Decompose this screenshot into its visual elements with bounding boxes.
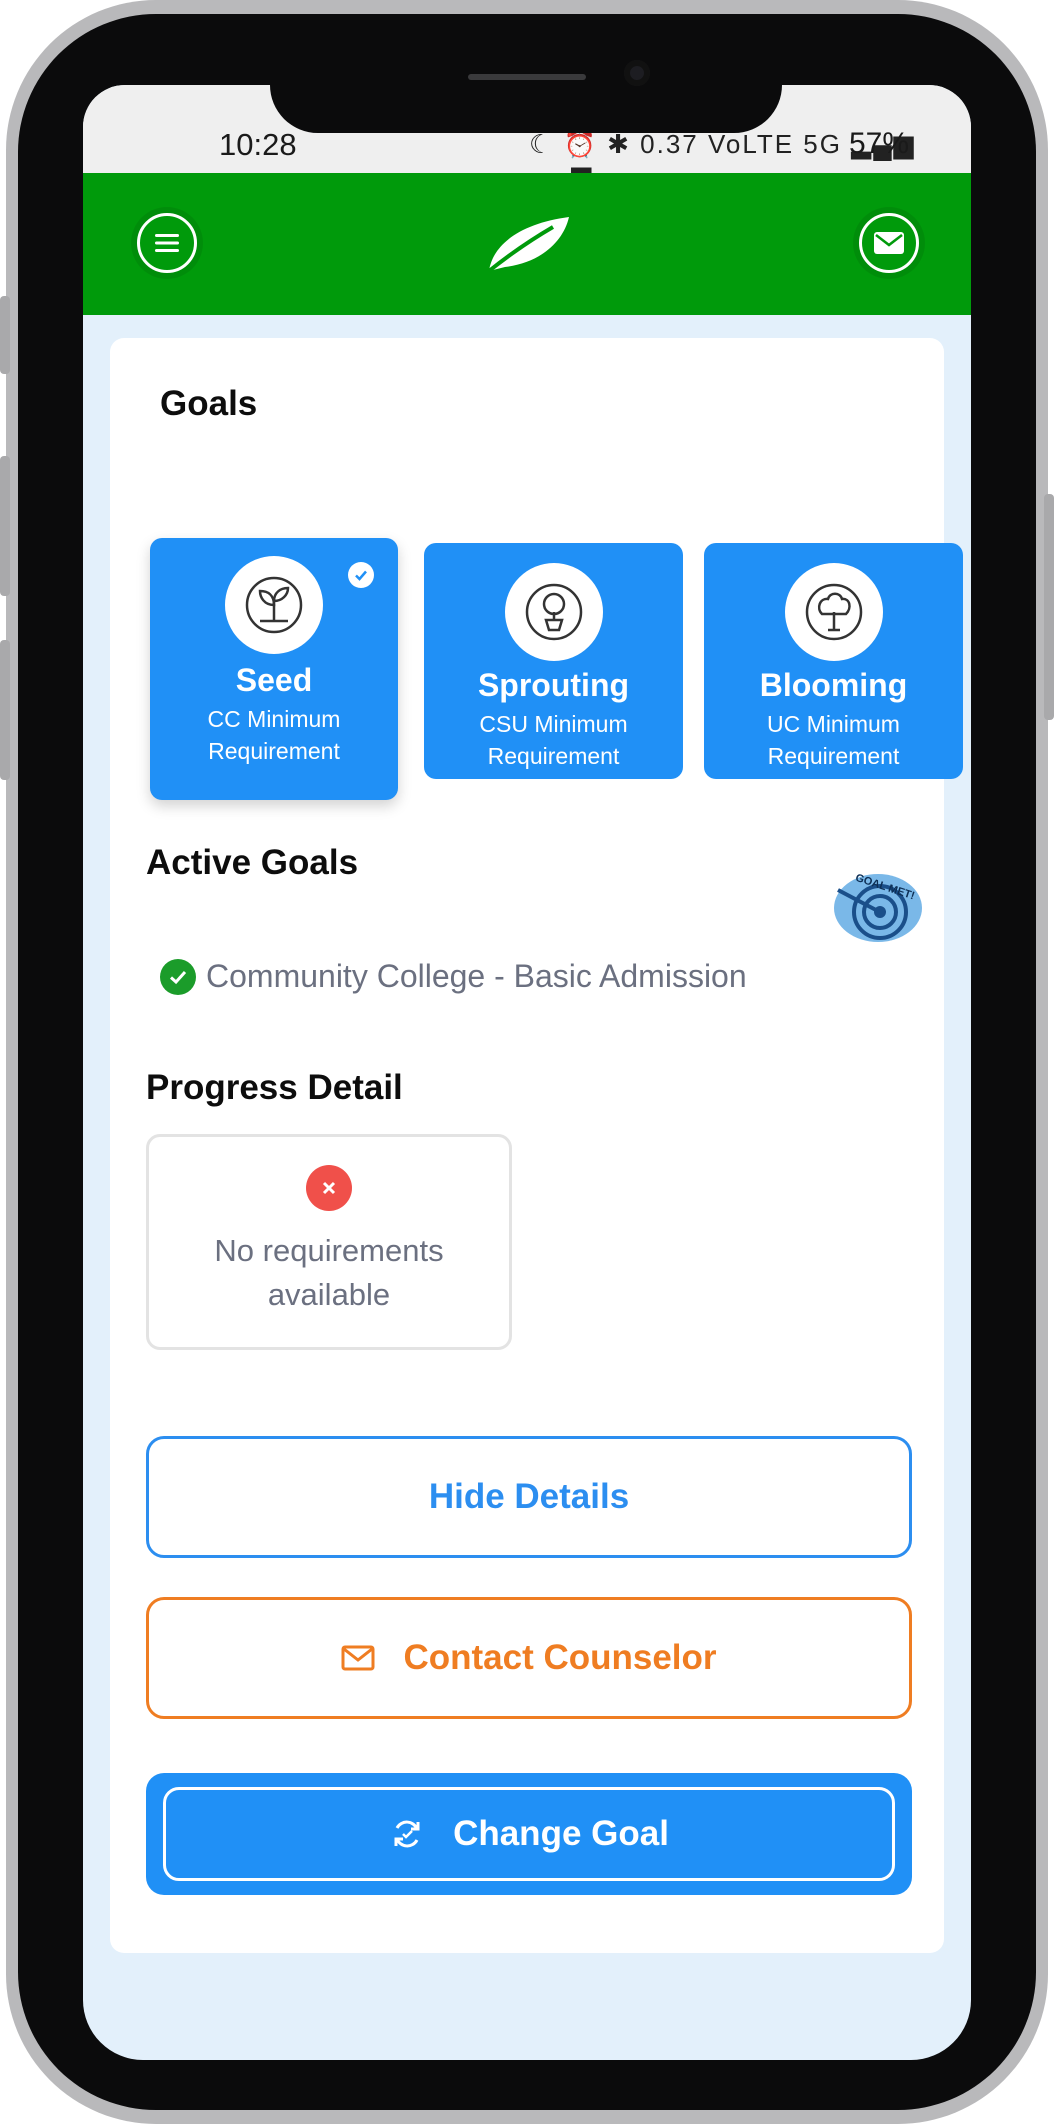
progress-detail-box: No requirements available — [146, 1134, 512, 1350]
goal-desc-line2: Requirement — [487, 743, 620, 769]
check-circle-icon — [160, 958, 196, 995]
refresh-icon — [389, 1816, 425, 1852]
contact-counselor-label: Contact Counselor — [403, 1638, 717, 1677]
hide-details-button[interactable]: Hide Details — [146, 1436, 912, 1558]
hamburger-icon — [155, 234, 179, 252]
phone-speaker — [468, 74, 586, 80]
status-time: 10:28 — [219, 127, 297, 162]
battery-level: 57% — [849, 127, 910, 160]
goal-desc-line2: Requirement — [208, 738, 340, 764]
phone-side-button — [1044, 494, 1054, 720]
progress-empty-message: No requirements available — [149, 1229, 509, 1317]
goal-icon-circle — [784, 563, 883, 661]
active-goals-title: Active Goals — [146, 843, 359, 882]
goal-icon-circle — [225, 556, 323, 654]
phone-side-button — [0, 640, 10, 780]
hide-details-label: Hide Details — [428, 1477, 630, 1516]
change-goal-button[interactable]: Change Goal — [146, 1773, 912, 1895]
active-goal-item: Community College - Basic Admission — [160, 958, 747, 995]
goal-desc-line2: Requirement — [767, 743, 900, 769]
envelope-icon — [874, 232, 904, 254]
change-goal-label: Change Goal — [453, 1814, 669, 1853]
app-header — [83, 173, 971, 315]
goal-desc-line1: CC Minimum — [207, 706, 341, 732]
goal-met-badge-icon: GOAL MET! — [834, 872, 922, 942]
progress-detail-title: Progress Detail — [146, 1068, 403, 1107]
goals-title: Goals — [160, 384, 258, 423]
selected-check-icon — [348, 562, 374, 588]
progress-empty-line1: No requirements — [214, 1233, 444, 1268]
goal-name: Blooming — [759, 667, 908, 703]
active-goal-text: Community College - Basic Admission — [206, 958, 747, 994]
goal-desc-line1: CSU Minimum — [479, 711, 628, 737]
envelope-icon — [341, 1645, 375, 1671]
error-x-icon — [306, 1165, 352, 1211]
goal-tile-sprouting[interactable]: Sprouting CSU Minimum Requirement — [424, 543, 683, 779]
phone-side-button — [0, 456, 10, 596]
goal-name: Sprouting — [477, 667, 630, 703]
tree-icon — [805, 583, 862, 641]
phone-camera — [624, 60, 650, 86]
goal-desc-line1: UC Minimum — [767, 711, 900, 737]
menu-button[interactable] — [137, 213, 197, 273]
leaf-logo — [487, 217, 569, 273]
mail-button[interactable] — [859, 213, 919, 273]
app-screen: 10:28 ☾ ⏰ ✱ 0.37 VoLTE 5G ▂▄▆ ▂▄▆ 57% Go… — [83, 85, 971, 2060]
goal-icon-circle — [504, 563, 603, 661]
phone-notch — [270, 85, 782, 133]
sprout-icon — [245, 576, 303, 634]
goal-tile-blooming[interactable]: Blooming UC Minimum Requirement — [704, 543, 963, 779]
potted-tree-icon — [525, 583, 582, 641]
progress-empty-line2: available — [267, 1277, 391, 1312]
change-goal-inner: Change Goal — [163, 1787, 895, 1881]
goal-tile-seed[interactable]: Seed CC Minimum Requirement — [150, 538, 398, 800]
contact-counselor-button[interactable]: Contact Counselor — [146, 1597, 912, 1719]
goal-name: Seed — [235, 662, 313, 698]
phone-side-button — [0, 296, 10, 374]
goals-card: Goals Seed CC Minimum Requirement Sprout… — [110, 338, 963, 1953]
